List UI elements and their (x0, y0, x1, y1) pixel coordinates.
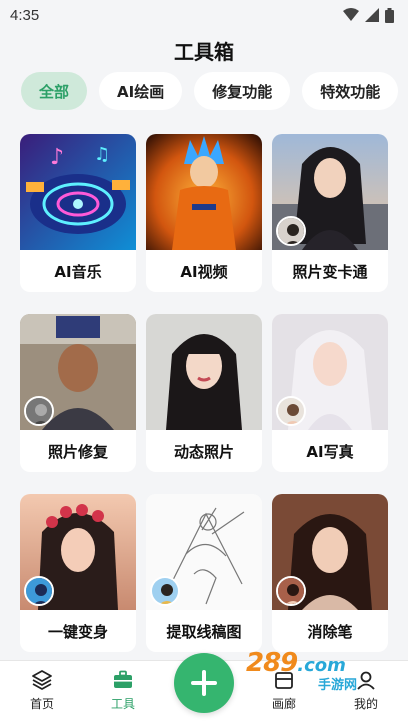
avatar-badge (24, 396, 54, 426)
ai-portrait-thumbnail (272, 314, 388, 430)
tab-gallery[interactable]: 画廊 (254, 669, 314, 712)
tab-gallery-label: 画廊 (271, 697, 296, 711)
page-title: 工具箱 (174, 40, 234, 64)
one-click-transform-thumbnail (20, 494, 136, 610)
tab-all[interactable]: 全部 (21, 72, 88, 110)
tab-mine-label: 我的 (353, 697, 378, 711)
tool-label: 消除笔 (307, 622, 353, 641)
plus-icon (191, 670, 217, 696)
status-time: 4:35 (10, 6, 40, 24)
tool-card-one-click-transform[interactable]: 一键变身 (20, 494, 136, 652)
tab-tools-label: 工具 (110, 697, 135, 711)
tab-home[interactable]: 首页 (12, 669, 72, 712)
gallery-icon (275, 672, 293, 689)
toolbox-icon (114, 670, 132, 688)
tool-label: 照片修复 (47, 442, 108, 461)
tab-repair[interactable]: 修复功能 (194, 72, 291, 110)
tab-tools[interactable]: 工具 (93, 669, 153, 712)
avatar-badge (276, 396, 306, 426)
tab-mine[interactable]: 我的 (336, 669, 396, 712)
category-tabs: 全部 AI绘画 修复功能 特效功能 (21, 72, 408, 112)
eraser-thumbnail (272, 494, 388, 610)
layers-icon (32, 670, 52, 690)
tool-label: AI视频 (180, 262, 228, 281)
tool-card-dynamic-photo[interactable]: 动态照片 (146, 314, 262, 472)
tool-label: 照片变卡通 (292, 262, 368, 281)
tool-card-eraser[interactable]: 消除笔 (272, 494, 388, 652)
tool-card-ai-portrait[interactable]: AI写真 (272, 314, 388, 472)
svg-text:♫: ♫ (94, 144, 110, 165)
tab-home-label: 首页 (29, 697, 54, 711)
create-button[interactable] (174, 653, 234, 713)
tool-card-photo-repair[interactable]: 照片修复 (20, 314, 136, 472)
tool-card-ai-video[interactable]: AI视频 (146, 134, 262, 292)
tool-card-ai-music[interactable]: ♪ ♫ AI音乐 (20, 134, 136, 292)
avatar-badge (276, 216, 306, 246)
tool-card-extract-line-art[interactable]: 提取线稿图 (146, 494, 262, 652)
avatar-badge (276, 576, 306, 606)
avatar-badge (24, 576, 54, 606)
tool-card-photo-to-cartoon[interactable]: 照片变卡通 (272, 134, 388, 292)
photo-to-cartoon-thumbnail (272, 134, 388, 250)
tool-label: 提取线稿图 (166, 622, 242, 641)
user-icon (357, 671, 375, 690)
tab-effects[interactable]: 特效功能 (302, 72, 399, 110)
photo-repair-thumbnail (20, 314, 136, 430)
ai-video-thumbnail (146, 134, 262, 250)
tool-label: AI写真 (306, 442, 354, 461)
battery-icon (385, 7, 394, 23)
tool-label: 一键变身 (47, 622, 108, 641)
tool-label: 动态照片 (173, 442, 234, 461)
tool-grid: ♪ ♫ AI音乐 AI视频 照片变卡通 照片修复 动态照片 AI写真 一键变身 … (20, 134, 388, 652)
tool-label: AI音乐 (54, 262, 102, 281)
avatar-badge (150, 576, 180, 606)
signal-icon (365, 8, 379, 22)
dynamic-photo-thumbnail (146, 314, 262, 430)
ai-music-thumbnail: ♪ ♫ (20, 134, 136, 250)
status-icons (343, 7, 394, 23)
wifi-icon (343, 8, 359, 21)
extract-line-art-thumbnail (146, 494, 262, 610)
svg-text:♪: ♪ (50, 145, 64, 170)
status-bar: 4:35 (0, 0, 408, 30)
tab-ai-drawing[interactable]: AI绘画 (99, 72, 183, 110)
